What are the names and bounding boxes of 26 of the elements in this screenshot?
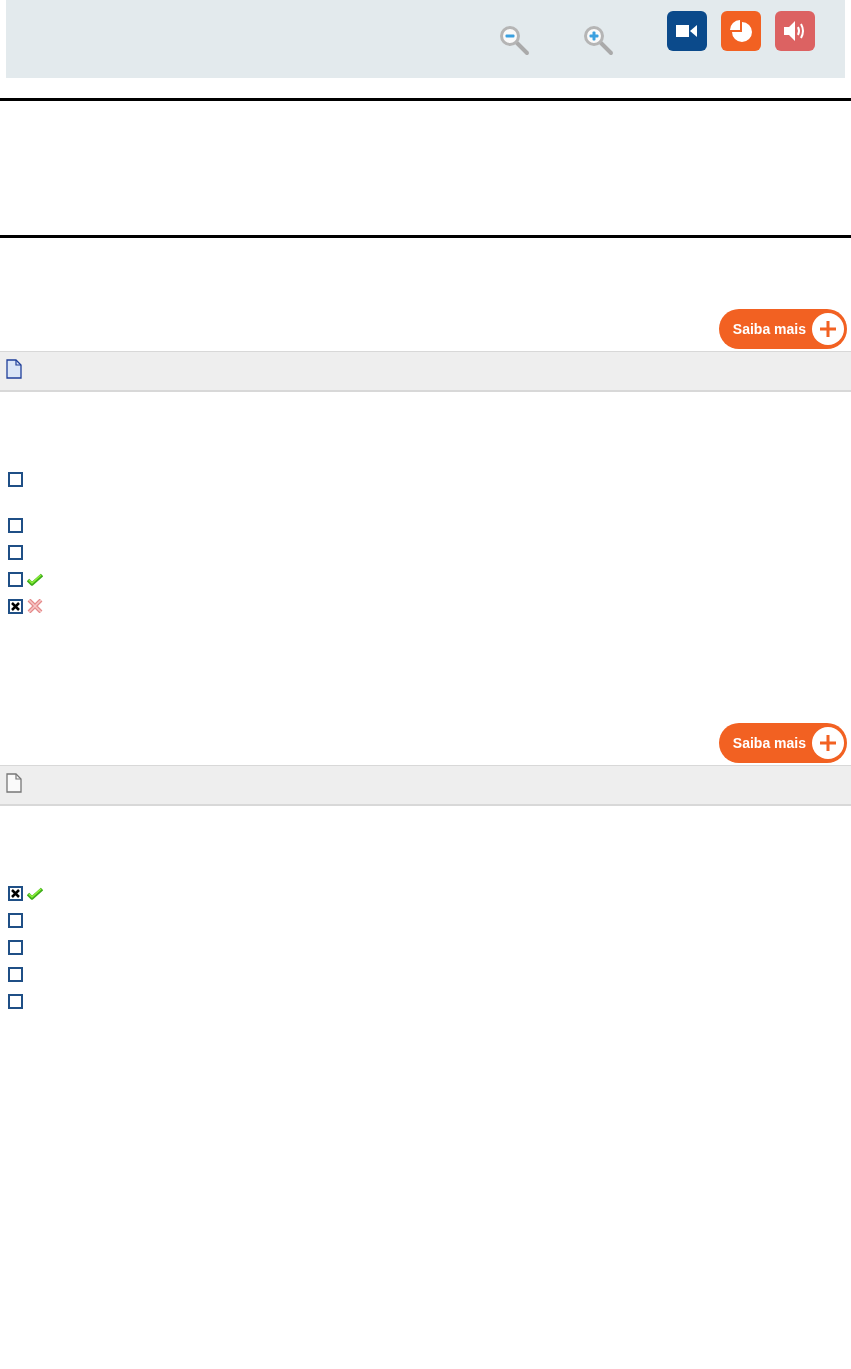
audio-button[interactable] — [775, 11, 815, 51]
zoom-in-icon[interactable] — [583, 25, 615, 57]
answer-checkbox[interactable] — [8, 571, 23, 587]
answer-checkbox[interactable] — [8, 939, 23, 955]
plus-icon — [812, 313, 844, 345]
answer-checkbox[interactable] — [8, 598, 23, 614]
answer-checkbox[interactable] — [8, 517, 23, 533]
video-button[interactable] — [667, 11, 707, 51]
answer-checkbox[interactable] — [8, 544, 23, 560]
video-camera-icon — [676, 24, 698, 38]
pie-chart-icon — [729, 19, 753, 43]
plus-icon — [812, 727, 844, 759]
more-button[interactable]: Saiba mais — [718, 309, 847, 349]
check-icon — [27, 886, 43, 900]
check-icon — [27, 572, 43, 586]
document-icon — [6, 773, 22, 793]
more-button[interactable]: Saiba mais — [718, 723, 847, 763]
chart-button[interactable] — [721, 11, 761, 51]
cross-icon — [27, 599, 43, 613]
answer-checkbox[interactable] — [8, 885, 23, 901]
answer-checkbox[interactable] — [8, 471, 23, 487]
answer-checkbox[interactable] — [8, 993, 23, 1009]
answer-checkbox[interactable] — [8, 912, 23, 928]
speaker-icon — [783, 20, 807, 42]
document-icon — [6, 359, 22, 379]
answer-checkbox[interactable] — [8, 966, 23, 982]
